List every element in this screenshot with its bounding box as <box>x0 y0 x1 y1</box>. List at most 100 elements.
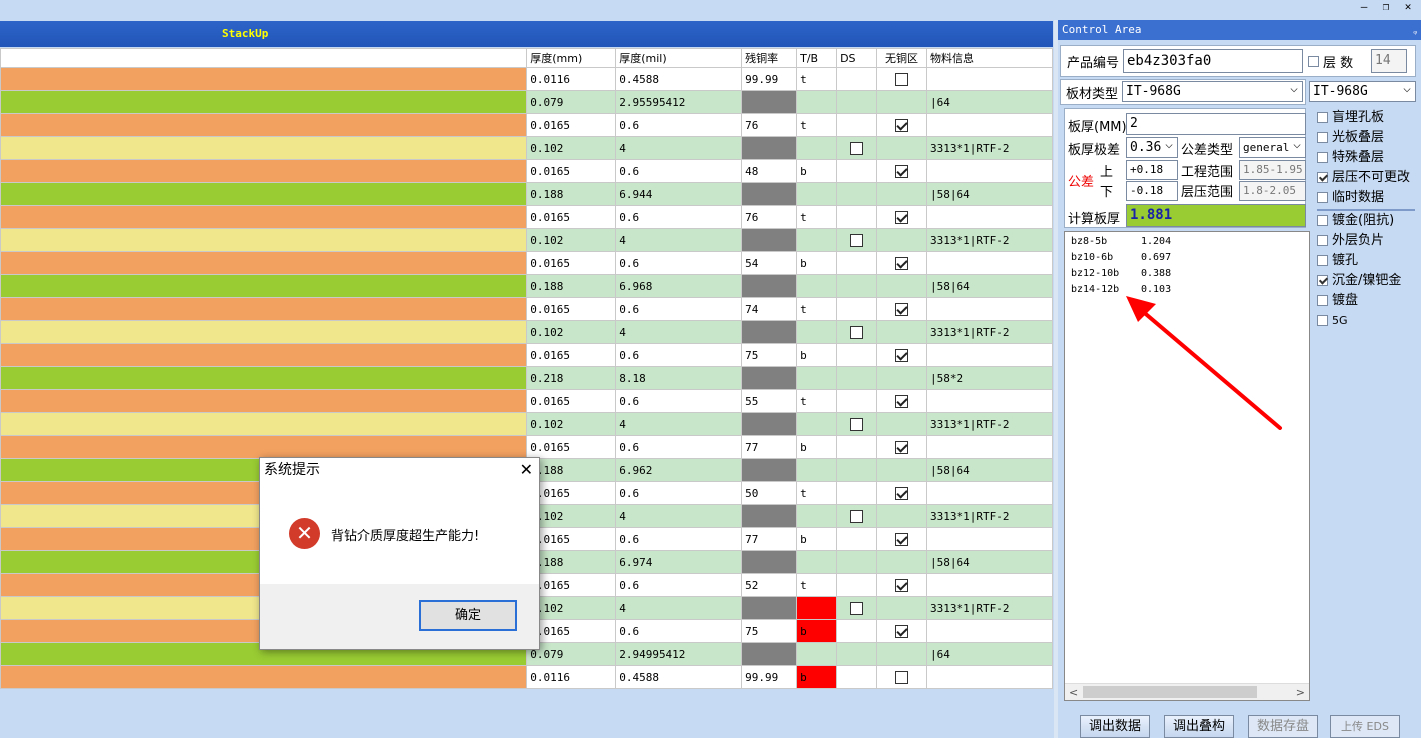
table-row[interactable]: 0.102 4 3313*1|RTF-2 <box>0 228 1053 252</box>
col-header-mil[interactable]: 厚度(mil) <box>615 48 743 68</box>
layer-bar[interactable] <box>0 205 528 229</box>
thickness-mm-cell[interactable]: 0.079 <box>526 642 617 666</box>
thickness-mil-cell[interactable]: 0.6 <box>615 113 743 137</box>
thickness-mm-cell[interactable]: 0.188 <box>526 182 617 206</box>
col-header-material[interactable]: 物料信息 <box>926 48 1053 68</box>
ds-checkbox[interactable] <box>850 141 864 155</box>
ds-cell[interactable] <box>836 67 878 91</box>
no-copper-checkbox[interactable] <box>895 394 909 408</box>
no-copper-cell[interactable] <box>876 596 928 620</box>
tb-cell[interactable]: b <box>796 619 838 643</box>
thickness-mil-cell[interactable]: 0.6 <box>615 205 743 229</box>
copper-rate-cell[interactable]: 74 <box>741 297 798 321</box>
layer-bar[interactable] <box>0 113 528 137</box>
no-copper-cell[interactable] <box>876 435 928 459</box>
upload-eds-button[interactable]: 上传 EDS <box>1330 715 1400 738</box>
material-info-cell[interactable]: |58|64 <box>926 274 1053 298</box>
list-item[interactable]: bz8-5b 1.204 <box>1071 236 1171 247</box>
ds-cell[interactable] <box>836 665 878 689</box>
lower-input[interactable]: -0.18 <box>1126 181 1178 201</box>
material-info-cell[interactable]: 3313*1|RTF-2 <box>926 504 1053 528</box>
no-copper-checkbox[interactable] <box>895 348 909 362</box>
copper-rate-cell[interactable] <box>741 642 798 666</box>
ds-checkbox[interactable] <box>850 417 864 431</box>
checkbox[interactable] <box>1317 132 1328 143</box>
tb-cell[interactable]: t <box>796 389 838 413</box>
material-info-cell[interactable] <box>926 297 1053 321</box>
material-info-cell[interactable]: |58|64 <box>926 182 1053 206</box>
ds-cell[interactable] <box>836 527 878 551</box>
thickness-mm-cell[interactable]: 0.0165 <box>526 527 617 551</box>
press-range-input[interactable]: 1.8-2.05 <box>1239 181 1306 201</box>
option-checkbox-item[interactable]: 外层负片 <box>1317 231 1384 251</box>
option-checkbox-item[interactable]: 层压不可更改 <box>1317 168 1410 188</box>
thickness-mil-cell[interactable]: 4 <box>615 504 743 528</box>
table-row[interactable]: 0.218 8.18 |58*2 <box>0 366 1053 390</box>
copper-rate-cell[interactable]: 77 <box>741 435 798 459</box>
tb-cell[interactable] <box>796 136 838 160</box>
copper-rate-cell[interactable] <box>741 320 798 344</box>
thickness-mm-cell[interactable]: 0.0165 <box>526 251 617 275</box>
thickness-mil-cell[interactable]: 2.95595412 <box>615 90 743 114</box>
no-copper-cell[interactable] <box>876 389 928 413</box>
checkbox[interactable] <box>1317 255 1328 266</box>
thickness-mm-cell[interactable]: 0.0165 <box>526 205 617 229</box>
material-info-cell[interactable] <box>926 113 1053 137</box>
copper-rate-cell[interactable] <box>741 366 798 390</box>
thickness-mil-cell[interactable]: 4 <box>615 412 743 436</box>
col-header-copper[interactable]: 残铜率 <box>741 48 798 68</box>
no-copper-cell[interactable] <box>876 182 928 206</box>
thickness-mil-cell[interactable]: 0.6 <box>615 159 743 183</box>
option-checkbox-item[interactable]: 镀金(阻抗) <box>1317 211 1394 231</box>
ds-cell[interactable] <box>836 136 878 160</box>
tb-cell[interactable]: b <box>796 251 838 275</box>
layer-bar[interactable] <box>0 67 528 91</box>
thickness-mm-cell[interactable]: 0.188 <box>526 274 617 298</box>
material-info-cell[interactable]: 3313*1|RTF-2 <box>926 320 1053 344</box>
no-copper-cell[interactable] <box>876 619 928 643</box>
load-stackup-button[interactable]: 调出叠构 <box>1164 715 1234 738</box>
thickness-mil-cell[interactable]: 6.968 <box>615 274 743 298</box>
layer-bar[interactable] <box>0 366 528 390</box>
thickness-mil-cell[interactable]: 8.18 <box>615 366 743 390</box>
pin-icon[interactable]: ᵩ <box>1413 20 1417 40</box>
material-info-cell[interactable] <box>926 527 1053 551</box>
copper-rate-cell[interactable] <box>741 90 798 114</box>
copper-rate-cell[interactable]: 76 <box>741 113 798 137</box>
material-info-cell[interactable] <box>926 435 1053 459</box>
tolerance-select[interactable]: 0.36 <box>1126 137 1178 158</box>
ds-cell[interactable] <box>836 412 878 436</box>
thickness-mil-cell[interactable]: 0.6 <box>615 435 743 459</box>
no-copper-cell[interactable] <box>876 320 928 344</box>
no-copper-checkbox[interactable] <box>895 578 909 592</box>
thickness-mm-cell[interactable]: 0.0165 <box>526 573 617 597</box>
tb-cell[interactable] <box>796 182 838 206</box>
thickness-mil-cell[interactable]: 4 <box>615 136 743 160</box>
no-copper-cell[interactable] <box>876 343 928 367</box>
no-copper-cell[interactable] <box>876 412 928 436</box>
copper-rate-cell[interactable] <box>741 228 798 252</box>
no-copper-cell[interactable] <box>876 136 928 160</box>
no-copper-checkbox[interactable] <box>895 440 909 454</box>
ds-cell[interactable] <box>836 297 878 321</box>
thickness-mil-cell[interactable]: 0.6 <box>615 619 743 643</box>
no-copper-cell[interactable] <box>876 366 928 390</box>
thickness-mil-cell[interactable]: 0.6 <box>615 251 743 275</box>
thickness-mm-cell[interactable]: 0.0165 <box>526 297 617 321</box>
material-info-cell[interactable] <box>926 251 1053 275</box>
no-copper-checkbox[interactable] <box>895 164 909 178</box>
table-row[interactable]: 0.102 4 3313*1|RTF-2 <box>0 412 1053 436</box>
no-copper-checkbox[interactable] <box>895 624 909 638</box>
material-info-cell[interactable]: |64 <box>926 90 1053 114</box>
material-info-cell[interactable] <box>926 343 1053 367</box>
checkbox[interactable] <box>1317 112 1328 123</box>
table-row[interactable]: 0.102 4 3313*1|RTF-2 <box>0 320 1053 344</box>
material-info-cell[interactable] <box>926 573 1053 597</box>
layer-bar[interactable] <box>0 389 528 413</box>
material-info-cell[interactable]: |58*2 <box>926 366 1053 390</box>
copper-rate-cell[interactable] <box>741 596 798 620</box>
layer-bar[interactable] <box>0 228 528 252</box>
thickness-mm-cell[interactable]: 0.0165 <box>526 481 617 505</box>
no-copper-cell[interactable] <box>876 205 928 229</box>
tb-cell[interactable] <box>796 366 838 390</box>
